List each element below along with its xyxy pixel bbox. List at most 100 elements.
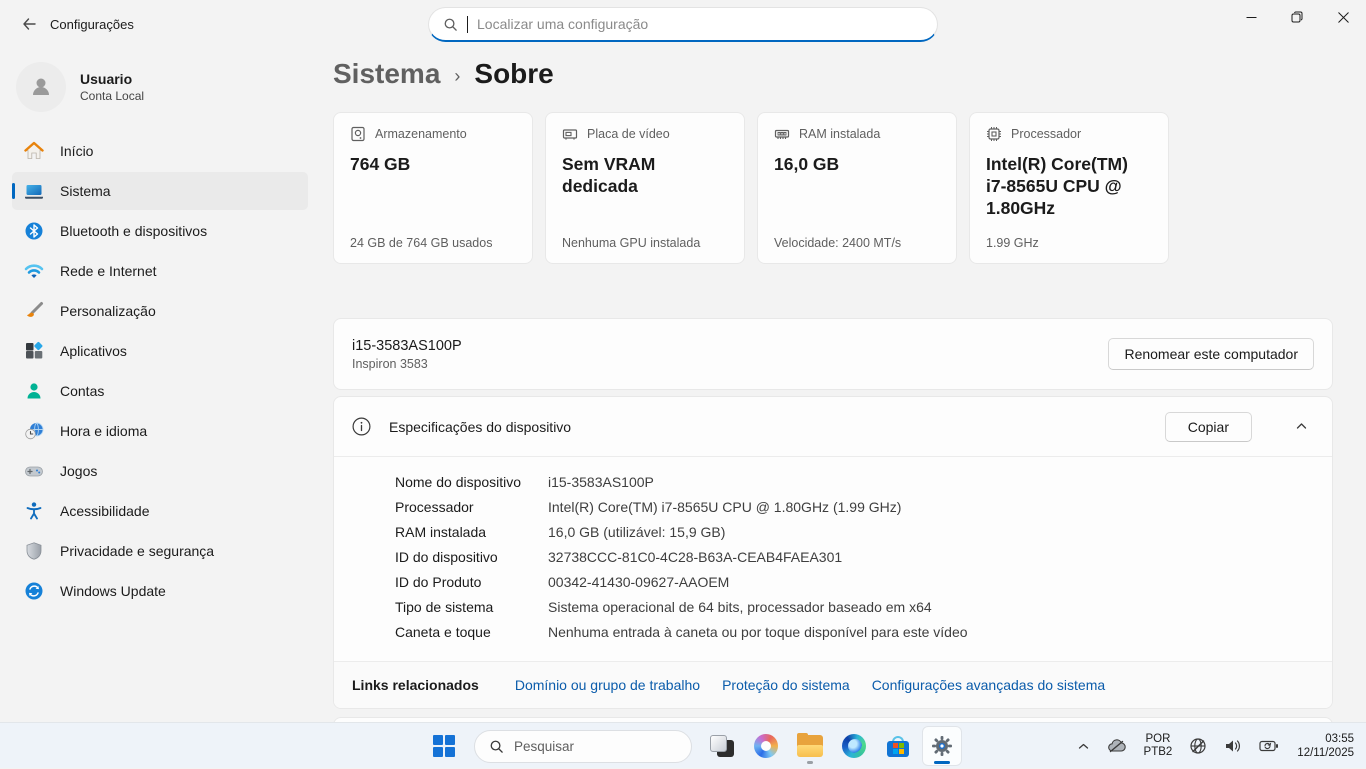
battery-charging-icon [1259,739,1279,753]
language-indicator[interactable]: PORPTB2 [1139,729,1178,763]
copilot-icon [754,734,778,758]
start-button[interactable] [424,726,464,766]
card-value: Intel(R) Core(TM) i7-8565U CPU @ 1.80GHz [986,153,1152,219]
ram-card: RAM instalada 16,0 GB Velocidade: 2400 M… [757,112,957,264]
sidebar-item-sistema[interactable]: Sistema [12,172,308,210]
sidebar-item-personalizacao[interactable]: Personalização [12,292,308,330]
task-view-button[interactable] [702,726,742,766]
device-specs-header[interactable]: Especificações do dispositivo Copiar [334,397,1332,456]
breadcrumb-parent[interactable]: Sistema [333,58,440,90]
time-language-icon [24,421,44,441]
restore-button[interactable] [1274,0,1320,34]
sidebar-item-privacidade[interactable]: Privacidade e segurança [12,532,308,570]
edge-button[interactable] [834,726,874,766]
chevron-up-icon [1295,420,1308,433]
back-arrow-icon [21,16,37,32]
link-system-protection[interactable]: Proteção do sistema [722,677,850,693]
gpu-card: Placa de vídeo Sem VRAM dedicada Nenhuma… [545,112,745,264]
device-name: i15-3583AS100P [352,338,462,354]
spec-row: RAM instalada16,0 GB (utilizável: 15,9 G… [395,520,1312,545]
sidebar-item-rede[interactable]: Rede e Internet [12,252,308,290]
cloud-slash-icon [1107,738,1127,754]
spec-value: 00342-41430-09627-AAOEM [548,570,729,595]
user-account-type: Conta Local [80,89,144,103]
storage-icon [350,126,366,142]
spec-row: Tipo de sistemaSistema operacional de 64… [395,595,1312,620]
gear-icon [930,734,954,758]
info-icon [352,417,371,436]
microsoft-store-icon [887,736,909,757]
chevron-up-icon [1077,740,1090,753]
sidebar-item-jogos[interactable]: Jogos [12,452,308,490]
back-button[interactable] [14,12,44,36]
collapse-button[interactable] [1284,412,1318,442]
card-footer: Velocidade: 2400 MT/s [774,236,901,250]
related-links-title: Links relacionados [352,677,479,693]
tray-overflow-button[interactable] [1072,729,1095,763]
speaker-icon [1224,738,1242,754]
system-tray: PORPTB2 03:5512/11/202 [1072,723,1360,769]
user-account[interactable]: Usuario Conta Local [12,54,308,130]
sidebar-item-label: Bluetooth e dispositivos [60,223,207,239]
minimize-button[interactable] [1228,0,1274,34]
cpu-icon [986,126,1002,142]
taskbar-search-input[interactable] [514,739,644,754]
tray-date: 12/11/2025 [1297,746,1354,760]
card-label: Armazenamento [375,127,467,141]
link-domain-workgroup[interactable]: Domínio ou grupo de trabalho [515,677,700,693]
card-value: Sem VRAM dedicada [562,153,728,197]
spec-row: Caneta e toqueNenhuma entrada à caneta o… [395,620,1312,645]
sidebar-item-hora-idioma[interactable]: Hora e idioma [12,412,308,450]
sidebar-item-label: Aplicativos [60,343,127,359]
spec-value: 32738CCC-81C0-4C28-B63A-CEAB4FAEA301 [548,545,842,570]
accessibility-icon [24,501,44,521]
settings-search-input[interactable] [477,16,923,32]
spec-value: Intel(R) Core(TM) i7-8565U CPU @ 1.80GHz… [548,495,901,520]
spec-row: ID do Produto00342-41430-09627-AAOEM [395,570,1312,595]
keyboard-layout: PTB2 [1144,746,1173,759]
copy-button[interactable]: Copiar [1165,412,1252,442]
link-advanced-system-settings[interactable]: Configurações avançadas do sistema [872,677,1105,693]
related-links: Links relacionados Domínio ou grupo de t… [334,662,1332,708]
windows-logo-icon [433,735,455,757]
copilot-button[interactable] [746,726,786,766]
taskbar-search[interactable] [474,730,692,763]
shield-icon [24,541,44,561]
spec-value: i15-3583AS100P [548,470,654,495]
no-internet-globe-icon [1189,737,1207,755]
clock[interactable]: 03:5512/11/2025 [1291,729,1360,763]
sidebar-item-label: Windows Update [60,583,166,599]
sidebar-item-windows-update[interactable]: Windows Update [12,572,308,610]
settings-search-box[interactable] [428,7,938,42]
sidebar-item-acessibilidade[interactable]: Acessibilidade [12,492,308,530]
taskbar: PORPTB2 03:5512/11/202 [0,722,1366,768]
settings-button[interactable] [922,726,962,766]
file-explorer-button[interactable] [790,726,830,766]
sidebar-item-bluetooth[interactable]: Bluetooth e dispositivos [12,212,308,250]
network-status-button[interactable] [1184,729,1212,763]
spec-label: Tipo de sistema [395,595,548,620]
device-specs-table: Nome do dispositivoi15-3583AS100P Proces… [334,457,1332,661]
titlebar: Configurações [0,0,1366,48]
system-laptop-icon [24,181,44,201]
close-icon [1338,12,1349,23]
onedrive-paused-button[interactable] [1102,729,1132,763]
sidebar-item-aplicativos[interactable]: Aplicativos [12,332,308,370]
language-code: POR [1144,733,1173,746]
gpu-icon [562,126,578,142]
sidebar: Usuario Conta Local Início Sistema Bluet… [0,48,320,722]
spec-value: Sistema operacional de 64 bits, processa… [548,595,932,620]
volume-button[interactable] [1219,729,1247,763]
sidebar-item-label: Contas [60,383,104,399]
battery-button[interactable] [1254,729,1284,763]
microsoft-store-button[interactable] [878,726,918,766]
card-footer: Nenhuma GPU instalada [562,236,700,250]
sidebar-item-contas[interactable]: Contas [12,372,308,410]
close-button[interactable] [1320,0,1366,34]
card-label: Processador [1011,127,1081,141]
cpu-card: Processador Intel(R) Core(TM) i7-8565U C… [969,112,1169,264]
rename-computer-button[interactable]: Renomear este computador [1108,338,1314,370]
card-value: 764 GB [350,153,516,175]
user-name: Usuario [80,71,144,87]
sidebar-item-inicio[interactable]: Início [12,132,308,170]
